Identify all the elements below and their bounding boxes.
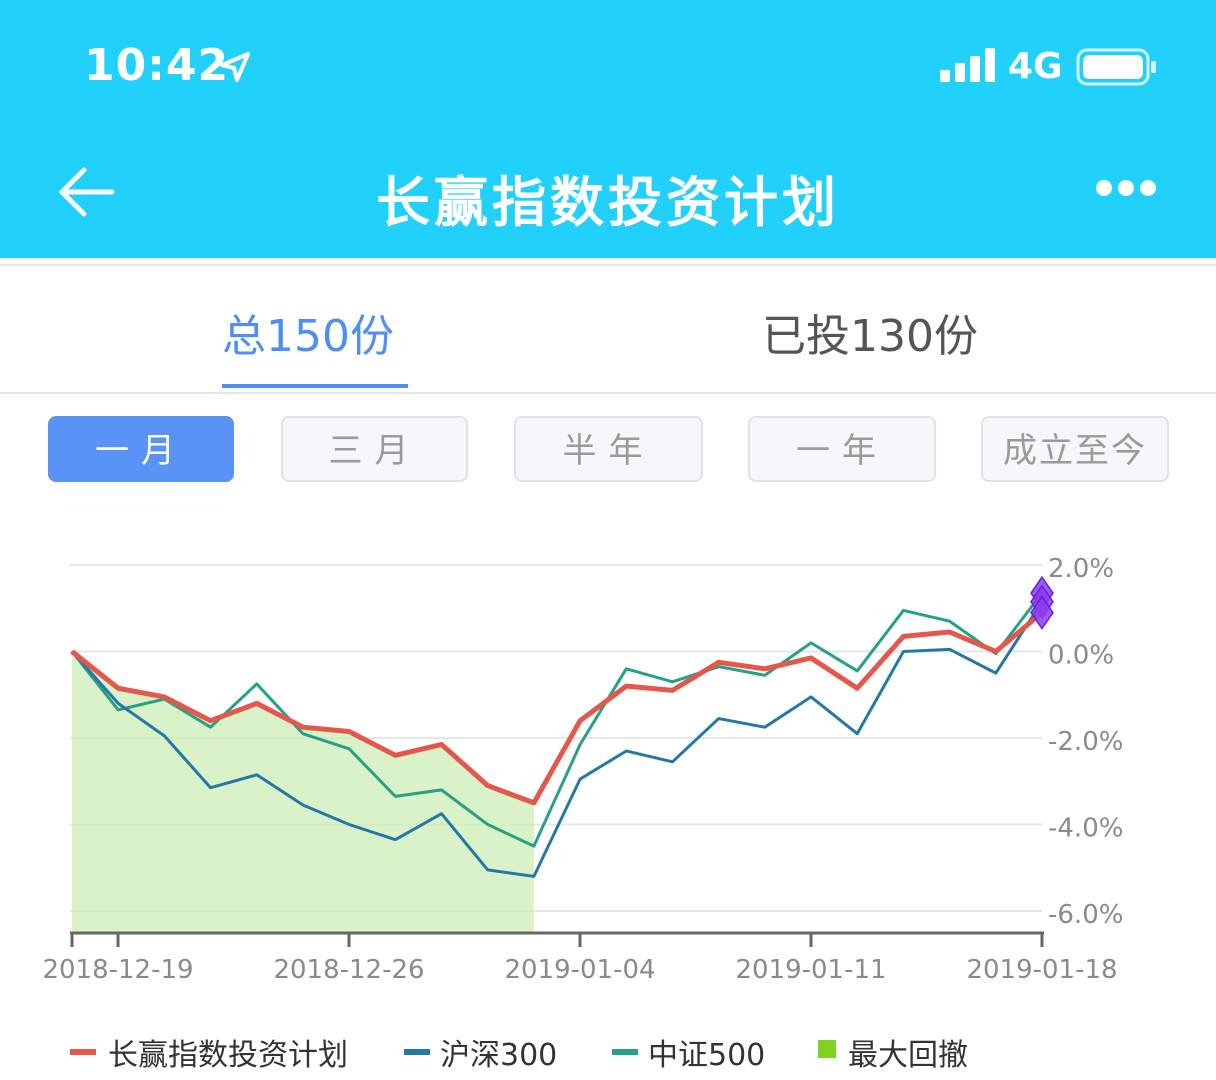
legend-swatch-hs300 xyxy=(404,1049,430,1055)
range-button-1-year[interactable]: 一年 xyxy=(748,416,936,482)
y-tick-label: -6.0% xyxy=(1048,900,1123,930)
tab-bar: 总150份 已投130份 xyxy=(0,264,1216,394)
tab-invested[interactable]: 已投130份 xyxy=(762,300,978,364)
range-button-half-year[interactable]: 半年 xyxy=(514,416,703,482)
location-arrow-icon xyxy=(220,52,250,82)
legend-label-hs300: 沪深300 xyxy=(440,1038,558,1073)
legend-swatch-plan xyxy=(70,1049,96,1055)
legend-label-drawdown: 最大回撤 xyxy=(848,1038,968,1073)
x-tick-label: 2019-01-04 xyxy=(504,955,655,985)
x-tick-label: 2018-12-26 xyxy=(273,955,424,985)
network-type: 4G xyxy=(1008,46,1063,87)
active-tab-indicator xyxy=(222,384,408,388)
battery-icon xyxy=(1076,48,1156,86)
y-tick-label: 2.0% xyxy=(1048,554,1114,584)
legend-swatch-drawdown xyxy=(818,1040,836,1058)
range-button-1-month[interactable]: 一月 xyxy=(48,416,234,482)
signal-icon xyxy=(940,48,995,82)
y-tick-label: -4.0% xyxy=(1048,814,1123,844)
legend-swatch-zz500 xyxy=(612,1049,638,1055)
status-time: 10:42 xyxy=(84,40,230,91)
legend-label-plan: 长赢指数投资计划 xyxy=(108,1038,348,1073)
range-button-3-months[interactable]: 三月 xyxy=(281,416,468,482)
performance-chart: 2.0% 0.0% -2.0% -4.0% -6.0% 2018-12-19 2018-1… xyxy=(42,554,1123,985)
x-tick-label: 2018-12-19 xyxy=(42,955,193,985)
legend-label-zz500: 中证500 xyxy=(648,1038,766,1073)
app-header: 10:42 4G 长赢指数投资计划 xyxy=(0,0,1216,258)
y-tick-label: 0.0% xyxy=(1048,641,1114,671)
more-options-icon[interactable] xyxy=(1096,178,1156,198)
page-title: 长赢指数投资计划 xyxy=(376,171,840,234)
x-tick-label: 2019-01-18 xyxy=(966,955,1117,985)
chart-legend: 长赢指数投资计划 沪深300 中证500 最大回撤 xyxy=(0,1020,1216,1080)
range-button-since-inception[interactable]: 成立至今 xyxy=(981,416,1169,482)
x-tick-label: 2019-01-11 xyxy=(735,955,886,985)
y-tick-label: -2.0% xyxy=(1048,727,1123,757)
tab-total[interactable]: 总150份 xyxy=(222,300,394,364)
